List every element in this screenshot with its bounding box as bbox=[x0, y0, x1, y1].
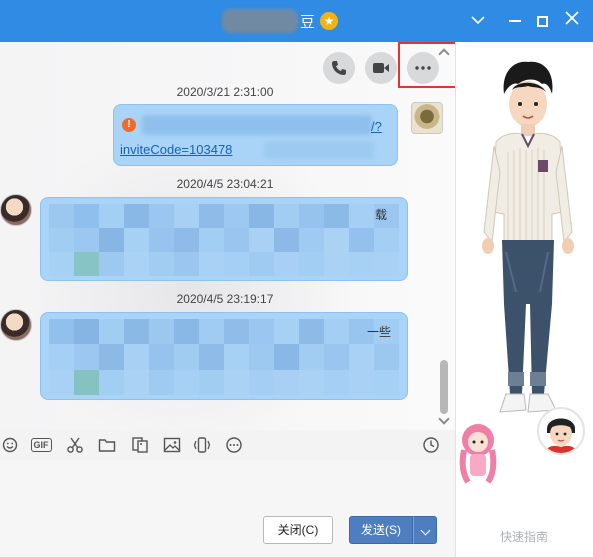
invite-link[interactable]: inviteCode=103478 bbox=[120, 142, 232, 157]
video-call-icon[interactable] bbox=[365, 52, 397, 84]
message-bubble[interactable]: 一些 bbox=[40, 312, 408, 400]
emoji-icon[interactable] bbox=[0, 435, 20, 455]
folder-icon[interactable] bbox=[97, 435, 117, 455]
message-bubble[interactable]: 载 bbox=[40, 197, 408, 281]
watermark: 快速指南 bbox=[500, 530, 549, 544]
friend-avatar[interactable] bbox=[0, 194, 32, 226]
phone-call-icon[interactable] bbox=[323, 52, 355, 84]
scroll-down-arrow-icon[interactable] bbox=[438, 413, 450, 425]
send-options-dropdown[interactable] bbox=[413, 516, 437, 544]
avatar-show-panel bbox=[455, 42, 593, 557]
blurred-contact-name bbox=[222, 9, 298, 33]
minimize-icon[interactable] bbox=[503, 9, 527, 33]
message-timestamp: 2020/4/5 23:19:17 bbox=[176, 292, 274, 306]
chat-header-actions bbox=[0, 42, 455, 90]
message-timestamp: 2020/3/21 2:31:00 bbox=[176, 85, 274, 99]
image-icon[interactable] bbox=[162, 435, 182, 455]
clock-icon[interactable] bbox=[421, 435, 441, 455]
visible-text-fragment: 载 bbox=[375, 208, 388, 222]
message-timestamp: 2020/4/5 23:04:21 bbox=[176, 177, 274, 191]
input-toolbar: GIF bbox=[0, 430, 455, 460]
chat-history[interactable]: 2020/3/21 2:31:00 ! /? inviteCode=103478… bbox=[0, 42, 455, 430]
warning-icon: ! bbox=[122, 118, 136, 132]
link-text-tail[interactable]: /? bbox=[371, 119, 382, 134]
scroll-up-arrow-icon[interactable] bbox=[438, 48, 450, 60]
message-input[interactable]: 关闭(C) 发送(S) bbox=[0, 460, 455, 557]
scroll-thumb[interactable] bbox=[440, 360, 448, 414]
image-edit-icon[interactable] bbox=[130, 435, 150, 455]
window-title: 豆 bbox=[300, 14, 316, 31]
maximize-icon[interactable] bbox=[530, 9, 554, 33]
chevron-down-icon bbox=[420, 525, 430, 536]
profile-avatar[interactable] bbox=[537, 407, 585, 455]
send-button[interactable]: 发送(S) bbox=[349, 516, 413, 544]
gif-label: GIF bbox=[30, 438, 52, 452]
star-badge-icon: ★ bbox=[320, 12, 338, 30]
character-illustration bbox=[459, 61, 574, 484]
gif-icon[interactable]: GIF bbox=[29, 435, 53, 455]
close-icon[interactable] bbox=[560, 9, 584, 33]
visible-text-fragment: 一些 bbox=[367, 325, 392, 339]
title-bar: 豆 ★ bbox=[0, 0, 593, 42]
chat-scrollbar[interactable] bbox=[437, 42, 451, 430]
chevron-down-icon[interactable] bbox=[466, 9, 490, 33]
close-button[interactable]: 关闭(C) bbox=[263, 516, 333, 544]
more-icon[interactable] bbox=[224, 435, 244, 455]
screenshot-scissors-icon[interactable] bbox=[65, 435, 85, 455]
shake-icon[interactable] bbox=[192, 435, 212, 455]
friend-avatar[interactable] bbox=[0, 309, 32, 341]
